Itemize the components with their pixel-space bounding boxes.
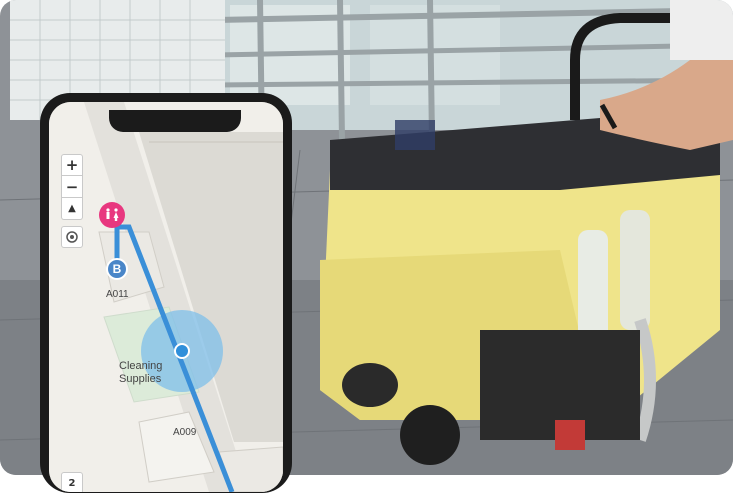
floor-selector-button[interactable]: 2 — [61, 472, 83, 492]
crosshair-icon — [66, 231, 78, 243]
destination-marker-b[interactable]: B — [106, 258, 128, 280]
room-label-a009: A009 — [173, 427, 197, 438]
cleaning-label-line1: Cleaning — [119, 360, 163, 372]
phone-notch — [109, 110, 241, 132]
room-label-a011: A011 — [106, 289, 129, 300]
indoor-map[interactable] — [49, 102, 283, 492]
restroom-icon[interactable] — [99, 202, 125, 228]
compass-button[interactable]: ▲ — [61, 198, 83, 220]
map-screen: + − ▲ 2 B A011 Cleaning Supplies A009 — [49, 102, 283, 492]
phone-mockup: + − ▲ 2 B A011 Cleaning Supplies A009 — [40, 93, 292, 493]
locate-me-button[interactable] — [61, 226, 83, 248]
zoom-in-button[interactable]: + — [61, 154, 83, 176]
zoom-out-button[interactable]: − — [61, 176, 83, 198]
restroom-figures-icon — [106, 208, 119, 221]
cleaning-label-line2: Supplies — [119, 373, 162, 385]
room-label-cleaning-supplies: Cleaning Supplies — [119, 360, 189, 386]
